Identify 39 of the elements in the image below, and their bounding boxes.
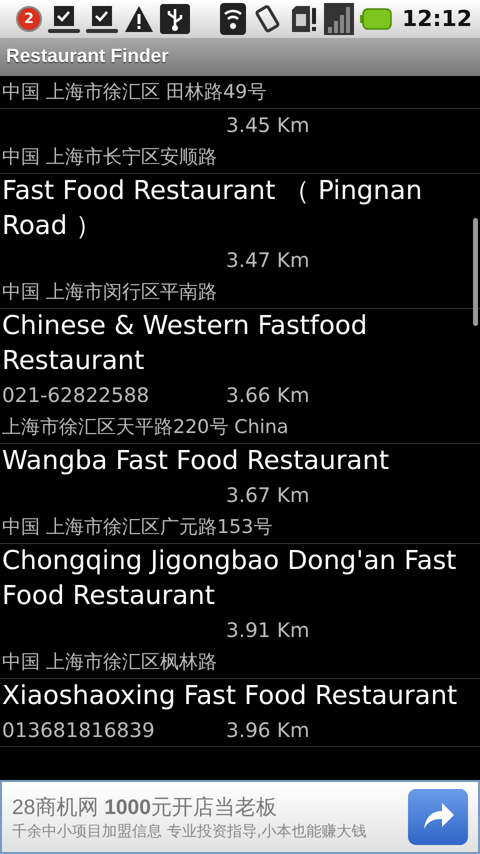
distance: 3.45 Km [226, 113, 310, 137]
restaurant-name: Chongqing Jigongbao Dong'an Fast Food Restaurant [2, 545, 458, 613]
restaurant-name: Xiaoshaoxing Fast Food Restaurant [2, 680, 458, 713]
signal-icon [324, 3, 354, 35]
ad-text: 千余中小项目加盟信息 专业投资指导,小本也能赚大钱 [12, 821, 368, 841]
restaurant-name: Fast Food Restaurant （ Pingnan Road ） [2, 175, 424, 243]
ad-headline: 28商机网 1000元开店当老板 [12, 795, 278, 821]
download-done-icon [48, 4, 80, 34]
clock: 12:12 [402, 6, 472, 32]
address: 中国 上海市长宁区安顺路 [2, 145, 218, 170]
restaurant-item[interactable]: Chongqing Jigongbao Dong'an Fast Food Restaurant 3.91 Km 中国 上海市徐汇区枫林路 [0, 544, 480, 679]
restaurant-item[interactable]: 3.45 Km 中国 上海市长宁区安顺路 [0, 109, 480, 174]
restaurant-name: Wangba Fast Food Restaurant [2, 445, 390, 478]
restaurant-item[interactable]: 中国 上海市徐汇区 田林路49号 [0, 76, 480, 109]
address: 中国 上海市徐汇区 田林路49号 [2, 80, 268, 105]
warning-icon [124, 5, 154, 33]
phone-number: 013681816839 [2, 718, 156, 742]
distance: 3.67 Km [226, 483, 310, 507]
distance: 3.47 Km [226, 248, 310, 272]
battery-icon [360, 8, 392, 30]
address: 上海市徐汇区天平路220号 China [2, 415, 290, 440]
restaurant-item[interactable]: Xiaoshaoxing Fast Food Restaurant 013681816839 3.96 Km [0, 679, 480, 747]
phone-number: 021-62822588 [2, 383, 150, 407]
notification-badge: 2 [16, 6, 42, 32]
distance: 3.66 Km [226, 383, 310, 407]
distance: 3.96 Km [226, 718, 310, 742]
address: 中国 上海市闵行区平南路 [2, 280, 218, 305]
ad-banner[interactable]: 28商机网 1000元开店当老板 千余中小项目加盟信息 专业投资指导,小本也能赚大钱 [0, 780, 480, 854]
usb-icon [160, 4, 190, 34]
restaurant-item[interactable]: Wangba Fast Food Restaurant 3.67 Km 中国 上海市徐汇区广元路153号 [0, 444, 480, 544]
address: 中国 上海市徐汇区广元路153号 [2, 515, 274, 540]
app-title: Restaurant Finder [6, 46, 169, 68]
download-done-icon [86, 4, 118, 34]
distance: 3.91 Km [226, 618, 310, 642]
ad-arrow-button[interactable] [408, 789, 468, 845]
restaurant-name: Chinese & Western Fastfood Restaurant [2, 310, 368, 378]
address: 中国 上海市徐汇区枫林路 [2, 650, 218, 675]
scrollbar[interactable] [473, 218, 478, 326]
wifi-icon [220, 3, 246, 35]
